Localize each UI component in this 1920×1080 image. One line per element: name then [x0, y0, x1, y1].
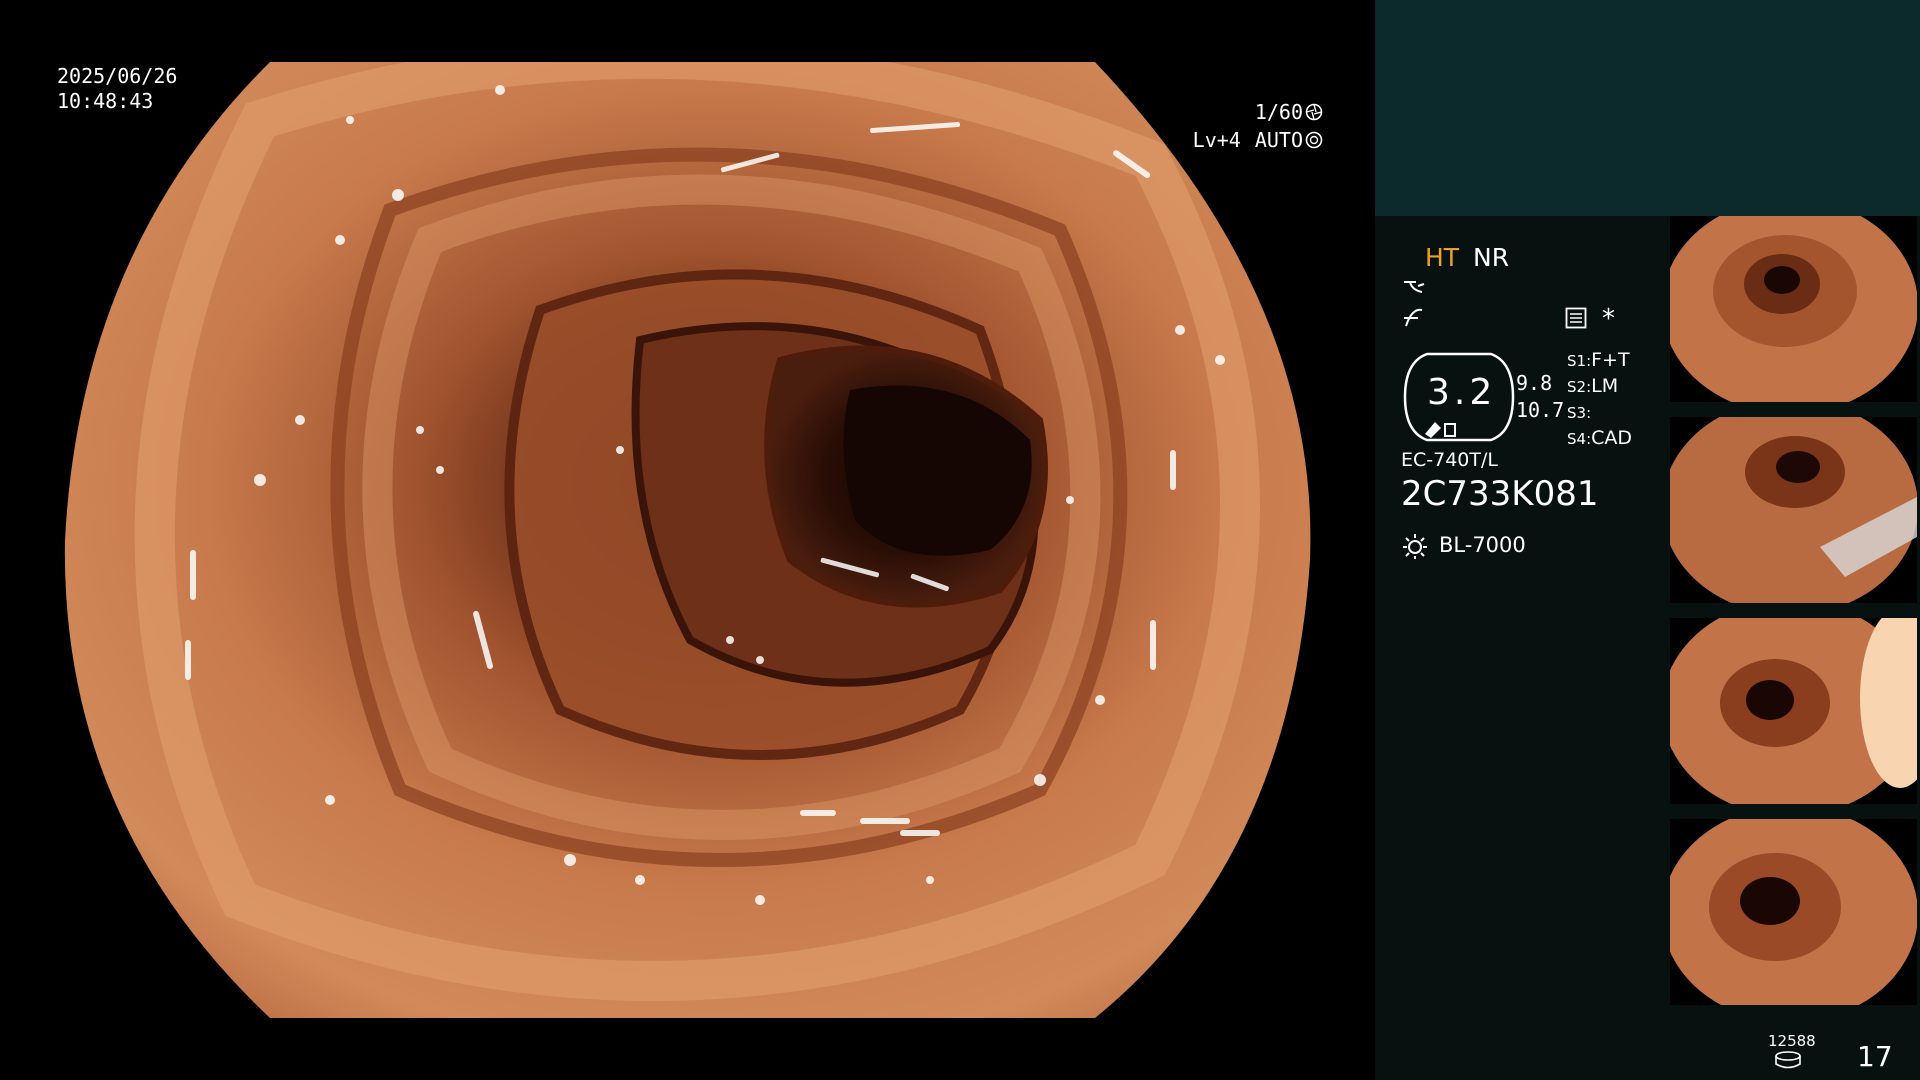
switch-s1: S1:F+T	[1567, 349, 1630, 371]
storage-count: 12588	[1768, 1032, 1816, 1050]
brightness-level: Lv+4	[1192, 128, 1241, 152]
curve-icon	[1404, 281, 1425, 293]
value-1: 9.8	[1516, 371, 1553, 395]
captured-image-strip	[1670, 216, 1917, 1020]
image-count: 17	[1857, 1040, 1893, 1073]
thumbnail[interactable]	[1670, 819, 1917, 1005]
scope-switch-list: S1:F+T S2:LM S3: S4:CAD	[1567, 348, 1632, 452]
date-readout: 2025/06/26	[57, 64, 178, 88]
shutter-icon	[1305, 103, 1323, 121]
storage-disk-icon	[1775, 1051, 1801, 1069]
endoscope-main-view: 2025/06/26 10:48:43 1/60 Lv+4 AUTO	[0, 0, 1375, 1080]
scope-model: EC-740T/L	[1401, 449, 1498, 471]
tone-icon	[1404, 308, 1423, 327]
timestamp: 2025/06/26 10:48:43	[57, 64, 177, 114]
asterisk-indicator: *	[1602, 304, 1615, 334]
thumbnail[interactable]	[1670, 618, 1917, 804]
enhancement-value: 3.2	[1427, 372, 1497, 413]
light-source-icon	[1403, 534, 1427, 559]
time-readout: 10:48:43	[57, 89, 154, 113]
exposure-readout: 1/60 Lv+4 AUTO	[1193, 98, 1323, 154]
scope-serial: 2C733K081	[1401, 474, 1599, 514]
thumbnail[interactable]	[1670, 216, 1917, 402]
panel-header-area	[1375, 0, 1920, 216]
shutter-speed: 1/60	[1254, 100, 1303, 124]
thumbnail[interactable]	[1670, 417, 1917, 603]
switch-s4: S4:CAD	[1567, 427, 1633, 449]
switch-s3: S3:	[1567, 404, 1592, 422]
value-2: 10.7	[1516, 398, 1565, 422]
settings-list-icon	[1565, 307, 1587, 329]
switch-s2: S2:LM	[1567, 375, 1619, 397]
iris-mode: AUTO	[1254, 128, 1303, 152]
image-mode-indicators: HT NR	[1425, 243, 1509, 272]
info-side-panel: HT NR * 3.2 9.8 10.7 S1:F+T S2:LM S3: S4…	[1375, 0, 1920, 1080]
ht-indicator: HT	[1425, 243, 1460, 272]
endoscopic-image	[64, 62, 1311, 1018]
light-source-model: BL-7000	[1439, 533, 1526, 557]
iris-icon	[1305, 131, 1323, 149]
nr-indicator: NR	[1473, 243, 1510, 272]
